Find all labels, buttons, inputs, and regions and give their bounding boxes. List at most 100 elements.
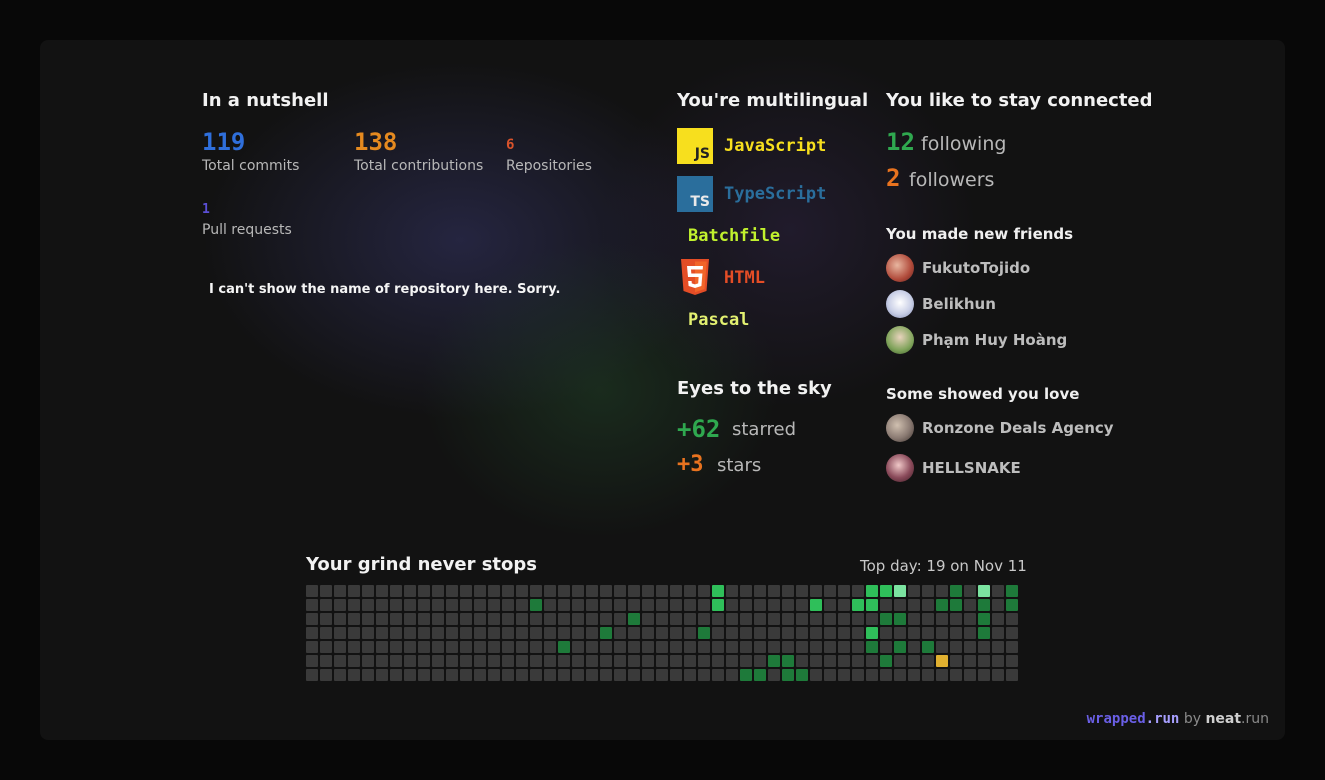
contribution-cell: [558, 627, 570, 639]
contribution-cell: [810, 627, 822, 639]
friend-name[interactable]: Belikhun: [922, 295, 996, 313]
contribution-cell: [376, 641, 388, 653]
contribution-cell: [796, 641, 808, 653]
contribution-cell: [614, 599, 626, 611]
contribution-cell: [712, 669, 724, 681]
contribution-cell: [348, 641, 360, 653]
contribution-cell: [502, 585, 514, 597]
contribution-cell: [656, 599, 668, 611]
contribution-cell: [796, 655, 808, 667]
contribution-cell: [866, 627, 878, 639]
contribution-cell: [852, 599, 864, 611]
contribution-cell: [502, 641, 514, 653]
contribution-cell: [1006, 613, 1018, 625]
contribution-cell: [894, 613, 906, 625]
contribution-cell: [516, 669, 528, 681]
contribution-cell: [502, 669, 514, 681]
friend-name[interactable]: HELLSNAKE: [922, 459, 1021, 477]
contribution-cell: [656, 641, 668, 653]
friend-name[interactable]: Phạm Huy Hoàng: [922, 331, 1067, 349]
contribution-cell: [866, 613, 878, 625]
contribution-cell: [824, 669, 836, 681]
wrapped-card: In a nutshell 119 Total commits 138 Tota…: [40, 40, 1285, 740]
contribution-cell: [320, 613, 332, 625]
contribution-cell: [334, 655, 346, 667]
contribution-cell: [698, 613, 710, 625]
contribution-cell: [586, 655, 598, 667]
contribution-cell: [908, 613, 920, 625]
brand-name[interactable]: wrapped: [1087, 711, 1146, 727]
contribution-cell: [992, 599, 1004, 611]
contribution-cell: [782, 641, 794, 653]
avatar[interactable]: [886, 290, 914, 318]
contribution-cell: [824, 641, 836, 653]
contribution-cell: [460, 585, 472, 597]
contribution-cell: [880, 627, 892, 639]
contribution-cell: [530, 613, 542, 625]
contribution-cell: [950, 585, 962, 597]
friend-name[interactable]: FukutoTojido: [922, 259, 1030, 277]
contribution-cell: [362, 613, 374, 625]
contribution-cell: [824, 627, 836, 639]
contribution-cell: [656, 669, 668, 681]
contribution-cell: [992, 655, 1004, 667]
followers-label: followers: [909, 169, 995, 191]
contribution-cell: [488, 599, 500, 611]
contribution-cell: [670, 613, 682, 625]
contribution-cell: [404, 599, 416, 611]
language-html: HTML: [724, 268, 765, 288]
contribution-cell: [922, 585, 934, 597]
contribution-cell: [894, 655, 906, 667]
contribution-cell: [376, 599, 388, 611]
contribution-cell: [740, 655, 752, 667]
contribution-cell: [600, 627, 612, 639]
maker-suffix[interactable]: .run: [1241, 711, 1269, 727]
contribution-cell: [754, 669, 766, 681]
contribution-cell: [698, 627, 710, 639]
contribution-cell: [530, 627, 542, 639]
contribution-cell: [908, 585, 920, 597]
contribution-cell: [754, 641, 766, 653]
contribution-cell: [460, 641, 472, 653]
contribution-cell: [432, 655, 444, 667]
contribution-cell: [474, 585, 486, 597]
contribution-cell: [992, 585, 1004, 597]
contribution-cell: [516, 599, 528, 611]
contribution-cell: [446, 613, 458, 625]
contribution-cell: [894, 641, 906, 653]
nutshell-title: In a nutshell: [202, 90, 329, 111]
contribution-cell: [516, 585, 528, 597]
contribution-cell: [404, 669, 416, 681]
contribution-grid: [306, 585, 1020, 683]
contribution-cell: [530, 669, 542, 681]
contribution-cell: [320, 627, 332, 639]
contribution-cell: [432, 599, 444, 611]
avatar[interactable]: [886, 414, 914, 442]
contribution-cell: [572, 585, 584, 597]
contribution-cell: [628, 627, 640, 639]
contribution-cell: [656, 627, 668, 639]
repositories-label: Repositories: [506, 158, 592, 174]
contribution-cell: [348, 669, 360, 681]
contribution-cell: [824, 655, 836, 667]
avatar[interactable]: [886, 254, 914, 282]
contribution-cell: [740, 613, 752, 625]
contribution-cell: [782, 655, 794, 667]
contribution-cell: [726, 585, 738, 597]
brand-suffix[interactable]: .run: [1146, 711, 1180, 727]
contribution-cell: [614, 627, 626, 639]
contribution-cell: [726, 599, 738, 611]
maker-name[interactable]: neat: [1205, 711, 1241, 727]
contribution-cell: [712, 627, 724, 639]
contribution-cell: [880, 613, 892, 625]
contribution-cell: [446, 585, 458, 597]
contribution-cell: [768, 585, 780, 597]
contribution-cell: [628, 669, 640, 681]
contribution-cell: [726, 669, 738, 681]
friend-name[interactable]: Ronzone Deals Agency: [922, 419, 1114, 437]
contribution-cell: [796, 599, 808, 611]
avatar[interactable]: [886, 326, 914, 354]
contribution-cell: [908, 599, 920, 611]
avatar[interactable]: [886, 454, 914, 482]
contribution-cell: [922, 627, 934, 639]
